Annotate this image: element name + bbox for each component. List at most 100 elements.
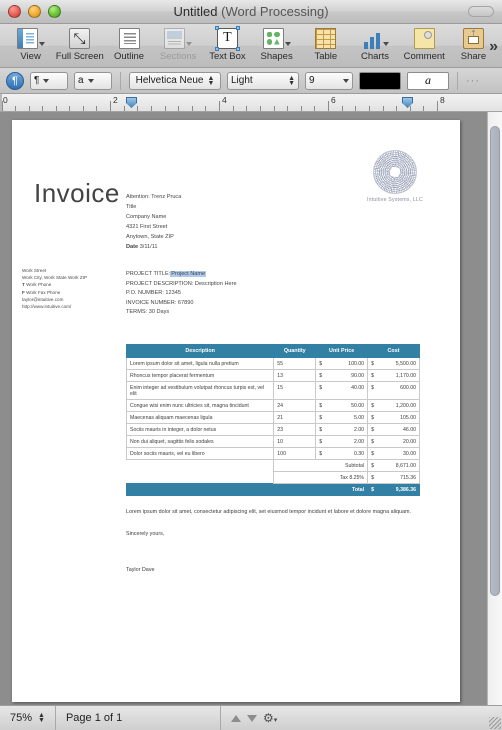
- gear-icon[interactable]: ⚙▾: [263, 711, 277, 725]
- font-style-select[interactable]: Light ▲ ▼: [227, 71, 299, 90]
- worksheet-line-1: Work Street: [22, 268, 47, 273]
- po-number-value: 12345: [165, 290, 181, 297]
- cell-quantity: 15: [273, 381, 317, 400]
- worksheet-line-3: T Work Phone: [22, 281, 87, 288]
- table-row[interactable]: Congue wisi enim nunc ultricies sit, mag…: [125, 399, 420, 412]
- paragraph-style-value: ¶: [34, 75, 40, 86]
- show-invisibles-button[interactable]: ¶: [6, 71, 24, 90]
- font-family-select[interactable]: Helvetica Neue ▲ ▼: [129, 71, 221, 90]
- stepper-icon[interactable]: ▲ ▼: [38, 712, 45, 724]
- table-row[interactable]: Non dui aliquet, sagittis felis sodales …: [125, 435, 420, 448]
- stepper-icon[interactable]: ▲ ▼: [207, 75, 214, 87]
- table-row[interactable]: Sociis mauris in integer, a dolor netus …: [125, 423, 420, 436]
- window-title-bar: Untitled (Word Processing): [0, 0, 502, 24]
- horizontal-ruler[interactable]: 0 2 4 6 8: [0, 94, 502, 112]
- character-style-value: a: [78, 75, 84, 86]
- project-title-value[interactable]: Project Name: [170, 271, 207, 277]
- table-row[interactable]: Dolor sociis mauris, vel eu libero 100 0…: [125, 447, 420, 460]
- character-style-menu[interactable]: a: [74, 71, 112, 90]
- page-navigation: ⚙▾: [221, 706, 287, 730]
- column-header-cost: Cost: [367, 344, 420, 358]
- worksheet-website[interactable]: http://www.intuitive.com/: [22, 303, 87, 310]
- close-button[interactable]: [8, 5, 21, 18]
- invoice-number-label: INVOICE NUMBER:: [126, 299, 177, 306]
- toolbar-button-charts[interactable]: Charts: [350, 26, 399, 66]
- column-header-quantity: Quantity: [273, 344, 317, 358]
- window-title: Untitled (Word Processing): [0, 4, 502, 19]
- project-description-value: Description Here: [194, 280, 237, 287]
- invoice-line-items-table[interactable]: Description Quantity Unit Price Cost Lor…: [125, 344, 420, 496]
- cell-cost: 105.00: [367, 411, 420, 424]
- status-bar: 75% ▲ ▼ Page 1 of 1 ⚙▾: [0, 705, 502, 730]
- address-line-4: 4321 First Street: [126, 224, 168, 230]
- toolbar-button-full-screen[interactable]: Full Screen: [55, 26, 104, 66]
- address-line-5: Anytown, State ZIP: [126, 234, 174, 240]
- document-canvas[interactable]: Intuitive Systems, LLC Invoice Attention…: [0, 112, 502, 705]
- cell-cost: 600.00: [367, 381, 420, 400]
- toolbar-button-sections: Sections: [154, 26, 203, 66]
- toolbar-label-shapes: Shapes: [260, 51, 293, 62]
- invoice-date-row: Date 3/11/11: [126, 242, 181, 252]
- closing-paragraph: Lorem ipsum dolor sit amet, consectetur …: [126, 509, 411, 515]
- worksheet-email[interactable]: taylor@intuitive.com: [22, 296, 87, 303]
- format-bar: ¶ ¶ a Helvetica Neue ▲ ▼ Light ▲ ▼ 9 a ···: [0, 68, 502, 94]
- triangle-up-icon[interactable]: [230, 714, 241, 722]
- company-logo-block: Intuitive Systems, LLC: [352, 150, 438, 203]
- toolbar-overflow-icon[interactable]: »: [489, 38, 498, 56]
- font-size-input[interactable]: 9: [305, 71, 353, 90]
- column-header-description: Description: [125, 344, 275, 358]
- invoice-date-value: 3/11/11: [139, 244, 158, 250]
- main-toolbar: View Full Screen Outline Sections Text B…: [0, 24, 502, 68]
- cell-description: Lorem ipsum dolor sit amet, ligula nulla…: [125, 357, 275, 370]
- maximize-button[interactable]: [48, 5, 61, 18]
- chevron-down-icon[interactable]: [383, 42, 390, 46]
- text-box-icon: [214, 25, 240, 51]
- toolbar-button-view[interactable]: View: [6, 26, 55, 66]
- text-color-swatch[interactable]: [359, 71, 401, 90]
- toolbar-button-outline[interactable]: Outline: [104, 26, 153, 66]
- stepper-icon[interactable]: ▲ ▼: [288, 75, 295, 87]
- table-row[interactable]: Maecenas aliquam maecenas ligula 21 5.00…: [125, 411, 420, 424]
- cell-unit-price: 90.00: [315, 369, 369, 382]
- cell-description: Dolor sociis mauris, vel eu libero: [125, 447, 275, 460]
- triangle-down-icon[interactable]: [246, 714, 257, 722]
- chevron-down-icon[interactable]: [284, 42, 291, 46]
- left-indent-marker[interactable]: [126, 97, 137, 108]
- paragraph-style-menu[interactable]: ¶: [30, 71, 68, 90]
- window-title-subtitle: (Word Processing): [221, 4, 329, 19]
- toolbar-button-shapes[interactable]: Shapes: [252, 26, 301, 66]
- text-background-swatch[interactable]: a: [407, 71, 449, 90]
- chevron-down-icon[interactable]: [38, 42, 45, 46]
- zoom-control[interactable]: 75% ▲ ▼: [0, 706, 56, 730]
- toolbar-button-comment[interactable]: Comment: [400, 26, 449, 66]
- table-row[interactable]: Lorem ipsum dolor sit amet, ligula nulla…: [125, 357, 420, 370]
- document-page[interactable]: Intuitive Systems, LLC Invoice Attention…: [12, 120, 460, 702]
- toolbar-toggle-button[interactable]: [468, 6, 494, 17]
- radial-spiral-logo-icon: [373, 150, 417, 194]
- table-row[interactable]: Rhoncus tempor placerat fermentum 13 90.…: [125, 369, 420, 382]
- charts-icon: [361, 28, 382, 49]
- window-controls: [8, 5, 61, 18]
- toolbar-button-table[interactable]: Table: [301, 26, 350, 66]
- invoice-number-row: INVOICE NUMBER: 67890: [126, 299, 237, 309]
- vertical-scrollbar-thumb[interactable]: [490, 126, 500, 596]
- worksheet-line-4: F Work Fax Phone: [22, 289, 87, 296]
- window-resize-handle[interactable]: [489, 717, 501, 729]
- vertical-scrollbar[interactable]: [487, 112, 502, 705]
- cell-cost: 1,170.00: [367, 369, 420, 382]
- font-family-value: Helvetica Neue: [135, 75, 204, 86]
- right-indent-marker[interactable]: [402, 97, 413, 108]
- zoom-value: 75%: [10, 712, 33, 724]
- chevron-down-icon: [43, 78, 50, 83]
- shapes-icon: [262, 27, 284, 49]
- project-description-label: PROJECT DESCRIPTION:: [126, 280, 194, 287]
- toolbar-button-text-box[interactable]: Text Box: [203, 25, 252, 66]
- toolbar-label-share: Share: [460, 51, 487, 62]
- comment-icon: [413, 27, 435, 49]
- share-icon: [462, 27, 484, 49]
- minimize-button[interactable]: [28, 5, 41, 18]
- worksheet-fax: Work Fax Phone: [26, 289, 61, 295]
- chevron-down-icon[interactable]: [343, 78, 349, 83]
- format-bar-overflow[interactable]: ···: [466, 75, 480, 87]
- table-row[interactable]: Enim integer ad vestibulum volutpat rhon…: [125, 381, 420, 400]
